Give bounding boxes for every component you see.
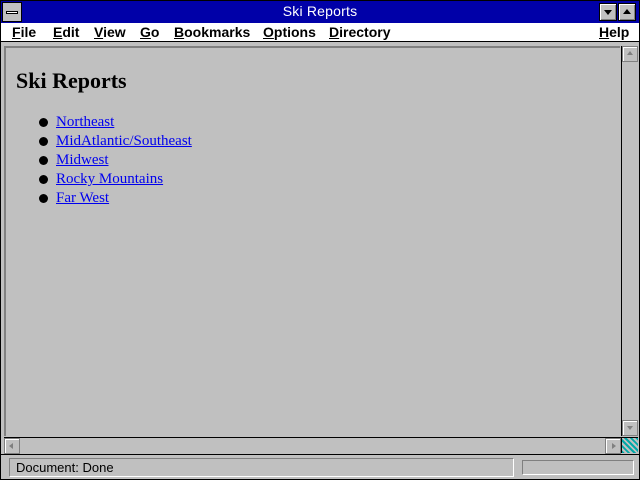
menu-bar: File Edit View Go Bookmarks Options Dire…	[1, 23, 639, 42]
menu-help-mnemonic: H	[599, 24, 610, 40]
scroll-right-button[interactable]	[605, 438, 621, 454]
arrow-left-icon	[9, 443, 13, 449]
progress-indicator	[522, 460, 634, 475]
menu-directory-mnemonic: D	[329, 24, 340, 40]
menu-file[interactable]: File	[12, 24, 36, 40]
status-message: Document: Done	[9, 458, 514, 477]
link-midwest[interactable]: Midwest	[56, 152, 109, 169]
vertical-scroll-track[interactable]	[622, 62, 638, 420]
link-far-west[interactable]: Far West	[56, 190, 109, 207]
minimize-button[interactable]	[599, 3, 617, 21]
menu-go[interactable]: Go	[140, 24, 159, 40]
arrow-down-icon	[627, 426, 633, 430]
bullet-icon	[39, 137, 48, 146]
browser-window: Ski Reports File Edit View Go Bookmarks …	[0, 0, 640, 480]
menu-file-label: ile	[20, 24, 37, 40]
menu-directory-label: irectory	[339, 24, 391, 40]
maximize-arrow-icon	[623, 9, 631, 14]
link-rocky-mountains[interactable]: Rocky Mountains	[56, 171, 163, 188]
resize-grip[interactable]	[621, 437, 638, 453]
menu-options-label: ptions	[273, 24, 316, 40]
menu-go-label: o	[150, 24, 160, 40]
menu-help[interactable]: Help	[599, 24, 629, 40]
arrow-right-icon	[612, 443, 616, 449]
menu-view-mnemonic: V	[94, 24, 104, 40]
maximize-button[interactable]	[618, 3, 636, 21]
menu-edit[interactable]: Edit	[53, 24, 79, 40]
menu-go-mnemonic: G	[140, 24, 151, 40]
link-northeast[interactable]: Northeast	[56, 114, 114, 131]
bullet-icon	[39, 156, 48, 165]
menu-edit-label: dit	[62, 24, 80, 40]
link-midatlantic-southeast[interactable]: MidAtlantic/Southeast	[56, 133, 192, 150]
minimize-arrow-icon	[604, 10, 612, 15]
menu-view-label: iew	[103, 24, 126, 40]
menu-file-mnemonic: F	[12, 24, 21, 40]
menu-edit-mnemonic: E	[53, 24, 63, 40]
bullet-icon	[39, 118, 48, 127]
menu-view[interactable]: View	[94, 24, 126, 40]
bullet-icon	[39, 194, 48, 203]
window-title: Ski Reports	[282, 3, 358, 19]
menu-options[interactable]: Options	[263, 24, 316, 40]
menu-options-mnemonic: O	[263, 24, 274, 40]
document-view: Ski Reports Northeast MidAtlantic/Southe…	[4, 46, 620, 436]
menu-bookmarks-mnemonic: B	[174, 24, 185, 40]
scroll-up-button[interactable]	[622, 46, 638, 62]
title-bar[interactable]: Ski Reports	[1, 1, 639, 23]
horizontal-scrollbar[interactable]	[4, 437, 621, 454]
menu-bookmarks-label: ookmarks	[184, 24, 251, 40]
menu-help-label: elp	[609, 24, 630, 40]
menu-directory[interactable]: Directory	[329, 24, 390, 40]
page-heading: Ski Reports	[16, 68, 127, 93]
arrow-up-icon	[627, 51, 633, 55]
scroll-left-button[interactable]	[4, 438, 20, 454]
status-bar: Document: Done	[1, 454, 639, 479]
scroll-down-button[interactable]	[622, 420, 638, 436]
menu-bookmarks[interactable]: Bookmarks	[174, 24, 250, 40]
vertical-scrollbar[interactable]	[621, 46, 638, 436]
bullet-icon	[39, 175, 48, 184]
